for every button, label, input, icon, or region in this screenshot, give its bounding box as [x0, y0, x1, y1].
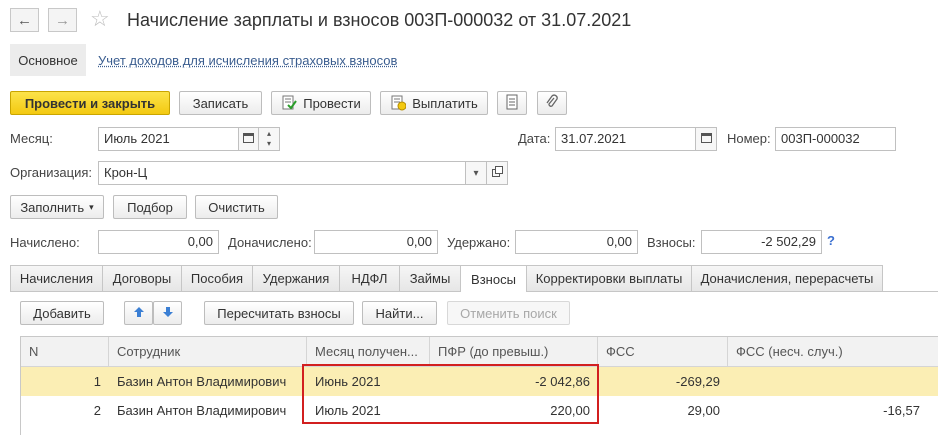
- organization-label: Организация:: [10, 165, 93, 180]
- spinner-down-icon: ▾: [266, 139, 271, 148]
- post-document-icon: [281, 95, 298, 111]
- table-cell[interactable]: 2: [21, 396, 109, 425]
- contributions-field: -2 502,29: [701, 230, 822, 254]
- month-field[interactable]: Июль 2021: [98, 127, 239, 151]
- move-down-button[interactable]: [153, 301, 182, 325]
- fill-button-label: Заполнить: [20, 199, 85, 215]
- extra-accrued-field: 0,00: [314, 230, 438, 254]
- date-field[interactable]: 31.07.2021: [555, 127, 696, 151]
- help-icon[interactable]: ?: [827, 233, 835, 248]
- tab-loans[interactable]: Займы: [399, 265, 461, 291]
- attach-button[interactable]: [537, 91, 567, 115]
- number-field[interactable]: 003П-000032: [775, 127, 896, 151]
- table-cell[interactable]: [728, 367, 928, 396]
- arrow-down-icon: [162, 306, 174, 321]
- cancel-search-button[interactable]: Отменить поиск: [447, 301, 570, 325]
- tab-contracts[interactable]: Договоры: [102, 265, 182, 291]
- table-cell[interactable]: 1: [21, 367, 109, 396]
- chevron-down-icon: ▾: [89, 201, 94, 212]
- report-button[interactable]: [497, 91, 527, 115]
- chevron-down-icon: ▾: [473, 167, 479, 179]
- tab-ndfl[interactable]: НДФЛ: [339, 265, 400, 291]
- add-row-button[interactable]: Добавить: [20, 301, 104, 325]
- table-cell[interactable]: 29,00: [598, 396, 728, 425]
- organization-open-button[interactable]: [486, 161, 508, 185]
- back-button[interactable]: ←: [10, 8, 39, 32]
- pay-button-label: Выплатить: [412, 95, 478, 111]
- month-calendar-button[interactable]: [238, 127, 259, 151]
- column-header-employee[interactable]: Сотрудник: [109, 337, 307, 367]
- pay-button[interactable]: Выплатить: [380, 91, 488, 115]
- recalculate-contributions-button[interactable]: Пересчитать взносы: [204, 301, 354, 325]
- column-header-month[interactable]: Месяц получен...: [307, 337, 430, 367]
- open-window-icon: [491, 166, 503, 180]
- post-button-label: Провести: [303, 95, 361, 111]
- organization-field[interactable]: Крон-Ц: [98, 161, 466, 185]
- tab-accruals[interactable]: Начисления: [10, 265, 103, 291]
- table-cell[interactable]: Базин Антон Владимирович: [109, 396, 307, 425]
- arrow-up-icon: [133, 306, 145, 321]
- contributions-label: Взносы:: [647, 235, 696, 250]
- extra-accrued-label: Доначислено:: [228, 235, 312, 250]
- find-button[interactable]: Найти...: [362, 301, 437, 325]
- post-button[interactable]: Провести: [271, 91, 371, 115]
- accrued-label: Начислено:: [10, 235, 80, 250]
- arrow-left-icon: ←: [17, 11, 32, 29]
- withheld-label: Удержано:: [447, 235, 511, 250]
- section-income-link[interactable]: Учет доходов для исчисления страховых вз…: [98, 53, 397, 68]
- calendar-icon: [700, 132, 712, 146]
- table-cell[interactable]: -16,57: [728, 396, 928, 425]
- save-button[interactable]: Записать: [179, 91, 262, 115]
- spinner-up-icon: ▴: [266, 129, 271, 138]
- tab-recalculations[interactable]: Доначисления, перерасчеты: [691, 265, 883, 291]
- tab-deductions[interactable]: Удержания: [252, 265, 340, 291]
- page-title: Начисление зарплаты и взносов 003П-00003…: [127, 10, 632, 30]
- month-label: Месяц:: [10, 131, 53, 146]
- clear-button[interactable]: Очистить: [195, 195, 278, 219]
- list-report-icon: [506, 94, 518, 113]
- post-and-close-button[interactable]: Провести и закрыть: [10, 91, 170, 115]
- table-cell[interactable]: -269,29: [598, 367, 728, 396]
- tab-payment-corrections[interactable]: Корректировки выплаты: [526, 265, 692, 291]
- tab-benefits[interactable]: Пособия: [181, 265, 253, 291]
- table-cell[interactable]: Базин Антон Владимирович: [109, 367, 307, 396]
- month-spinner[interactable]: ▴ ▾: [258, 127, 280, 151]
- move-up-button[interactable]: [124, 301, 153, 325]
- withheld-field: 0,00: [515, 230, 638, 254]
- section-main-tab[interactable]: Основное: [10, 44, 86, 76]
- column-header-fss-accident[interactable]: ФСС (несч. случ.): [728, 337, 938, 367]
- organization-dropdown-button[interactable]: ▾: [465, 161, 487, 185]
- date-calendar-button[interactable]: [695, 127, 717, 151]
- column-header-fss[interactable]: ФСС: [598, 337, 728, 367]
- date-label: Дата:: [518, 131, 551, 146]
- accrued-field: 0,00: [98, 230, 219, 254]
- arrow-right-icon: →: [55, 11, 70, 29]
- pick-button[interactable]: Подбор: [113, 195, 187, 219]
- number-label: Номер:: [727, 131, 771, 146]
- column-header-n[interactable]: N: [21, 337, 109, 367]
- column-header-pfr[interactable]: ПФР (до превыш.): [430, 337, 598, 367]
- calendar-icon: [243, 132, 254, 146]
- pay-document-icon: [390, 95, 407, 111]
- forward-button[interactable]: →: [48, 8, 77, 32]
- fill-button[interactable]: Заполнить ▾: [10, 195, 104, 219]
- highlight-annotation-box: [302, 364, 599, 424]
- tab-contributions[interactable]: Взносы: [460, 265, 527, 292]
- favorite-star-icon[interactable]: ☆: [90, 6, 110, 32]
- paperclip-icon: [545, 93, 559, 113]
